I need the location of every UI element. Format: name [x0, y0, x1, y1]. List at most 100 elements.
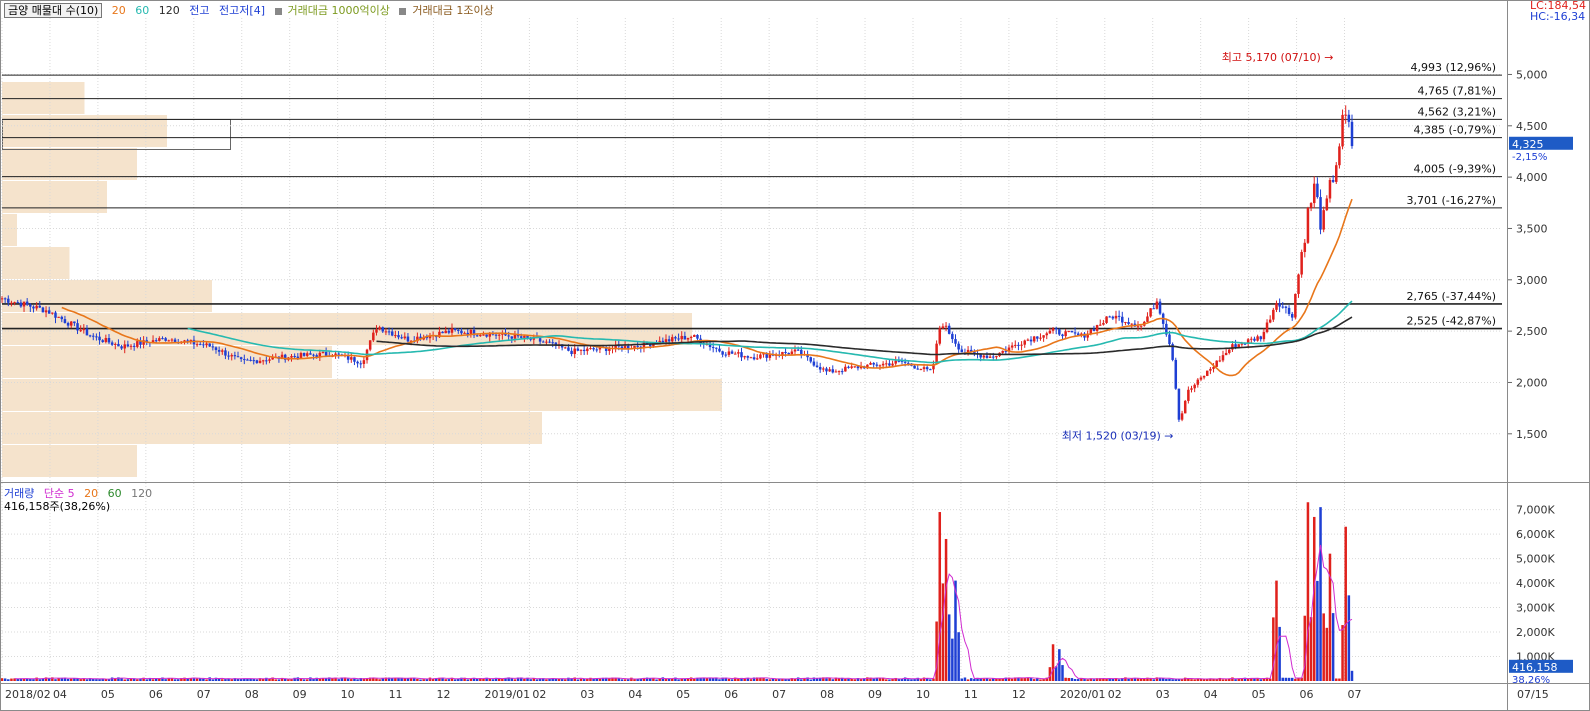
candle-body	[822, 368, 825, 370]
volume-bar	[1240, 678, 1244, 681]
volume-bar	[261, 679, 265, 681]
volume-bar	[809, 679, 812, 681]
volume-bar	[274, 679, 278, 681]
candle-body	[211, 346, 215, 348]
ma20-legend: 20	[111, 4, 126, 17]
volume-bar	[1036, 678, 1039, 681]
candle-body	[32, 306, 35, 309]
candle-body	[576, 348, 580, 351]
candle-body	[44, 310, 48, 313]
volume-bar	[176, 679, 180, 681]
candle-body	[1121, 316, 1124, 323]
candle-body	[1127, 322, 1130, 324]
candle-body	[1350, 121, 1354, 147]
candle-body	[1032, 336, 1036, 342]
volume-bar	[633, 679, 636, 681]
candle-body	[1316, 183, 1319, 198]
candle-body	[1158, 301, 1162, 314]
volume-bar	[1136, 678, 1140, 681]
candle-body	[1130, 323, 1133, 325]
candle-body	[715, 347, 718, 349]
candle-body	[441, 331, 444, 334]
candle-body	[1183, 400, 1187, 414]
volume-bar	[1325, 627, 1329, 681]
volume-bar	[765, 678, 768, 681]
volume-bar	[664, 679, 668, 681]
volume-bar	[910, 679, 913, 681]
volume-bar	[501, 678, 504, 681]
time-tick-label: 06	[724, 688, 738, 701]
volume-bar	[711, 678, 715, 681]
volume-bar	[554, 678, 558, 681]
candle-body	[208, 343, 211, 347]
time-tick-label: 10	[341, 688, 355, 701]
volume-bar	[774, 679, 778, 681]
volume-bar	[888, 679, 891, 681]
volume-bar	[390, 678, 394, 681]
candle-body	[885, 363, 888, 365]
candle-body	[768, 354, 772, 358]
volume-bar	[1070, 678, 1074, 681]
candle-body	[812, 361, 816, 366]
volume-bar	[1338, 678, 1341, 681]
volume-bar	[510, 678, 514, 681]
volume-bar	[1221, 679, 1225, 681]
candle-body	[120, 346, 123, 349]
candle-body	[312, 354, 315, 356]
volume-bar	[123, 679, 126, 681]
candle-body	[1177, 388, 1181, 420]
volume-bar	[375, 678, 378, 681]
candle-body	[227, 355, 230, 357]
candle-body	[510, 336, 514, 339]
candle-body	[881, 363, 885, 366]
volume-bar	[85, 679, 89, 681]
candle-body	[13, 302, 16, 304]
candle-body	[1331, 180, 1335, 182]
candle-body	[595, 349, 599, 351]
volume-bar	[1284, 677, 1288, 681]
candle-body	[158, 338, 161, 341]
time-tick-label: 08	[245, 688, 259, 701]
volume-bar	[576, 679, 580, 681]
time-tick-label: 02	[1108, 688, 1122, 701]
candle-body	[1174, 359, 1178, 389]
candle-body	[809, 357, 812, 362]
volume-bar	[523, 679, 526, 681]
candle-body	[1347, 114, 1351, 122]
candle-body	[265, 360, 268, 362]
candle-body	[567, 347, 570, 351]
candle-body	[1202, 375, 1206, 378]
candle-body	[1268, 319, 1272, 323]
volume-bar	[859, 679, 863, 681]
candle-body	[375, 329, 378, 333]
price-tick-label: 3,500	[1516, 222, 1548, 235]
candle-body	[1010, 345, 1014, 348]
volume-bar	[1051, 644, 1055, 681]
candle-body	[132, 345, 136, 347]
price-level-label: 4,765 (7,81%)	[1417, 85, 1496, 98]
candle-body	[1265, 322, 1269, 333]
stock-label[interactable]: 금양 매물대 수(10)	[4, 3, 103, 18]
candle-body	[1105, 316, 1108, 323]
volume-bar	[287, 679, 290, 681]
volume-bar	[195, 678, 199, 681]
volume-bar	[309, 677, 312, 681]
candle-body	[394, 335, 397, 337]
candle-body	[51, 312, 54, 314]
volume-bar	[321, 678, 325, 681]
volume-bar	[290, 679, 293, 681]
candle-body	[1111, 316, 1115, 319]
candle-body	[1272, 309, 1275, 320]
candle-body	[929, 369, 932, 371]
time-tick-label: 06	[1300, 688, 1314, 701]
candle-body	[875, 364, 879, 366]
candle-body	[1051, 328, 1055, 331]
candle-body	[507, 335, 510, 337]
candle-body	[985, 355, 989, 358]
candle-body	[1309, 203, 1313, 208]
candle-body	[1303, 242, 1307, 252]
volume-bar	[1278, 626, 1281, 681]
volume-bar	[1344, 526, 1347, 681]
volume-bar	[1224, 679, 1228, 681]
volume-bar	[1322, 613, 1325, 681]
